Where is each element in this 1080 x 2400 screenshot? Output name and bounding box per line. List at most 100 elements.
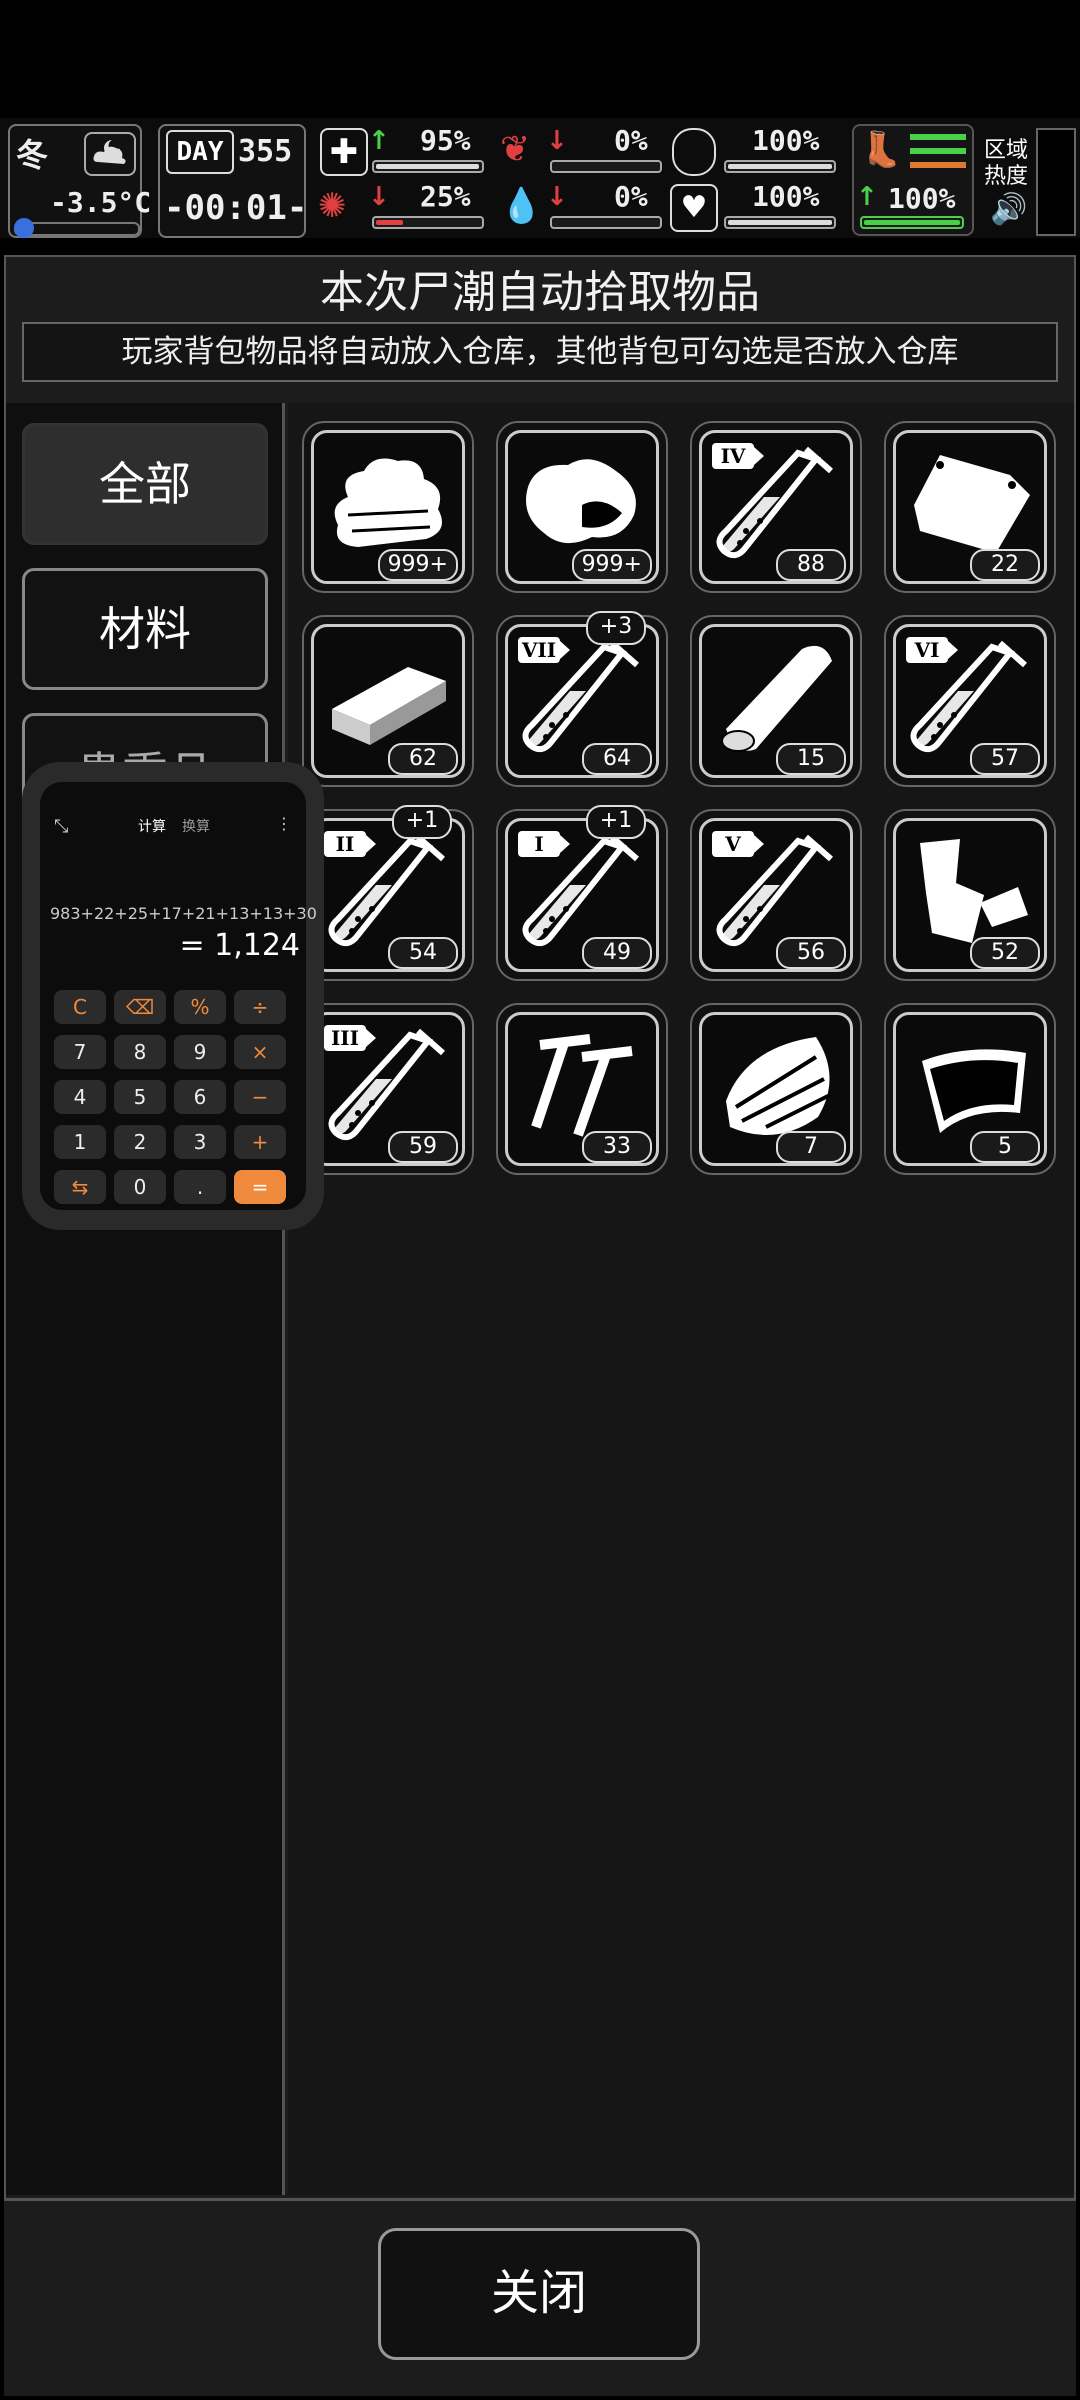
clock-readout: -00:01- — [164, 188, 308, 228]
tab-convert[interactable]: 换算 — [182, 816, 210, 836]
category-all-tab[interactable]: 全部 — [22, 423, 268, 545]
item-slot[interactable]: 15 — [690, 615, 862, 787]
calc-key[interactable]: 1 — [54, 1125, 106, 1159]
armor-bar — [724, 160, 836, 173]
svg-text:V: V — [724, 832, 741, 856]
stomach-icon: ❦ — [500, 129, 531, 170]
expand-icon[interactable]: ⤡ — [54, 816, 68, 837]
category-sidebar: 全部 材料 贵重品 — [6, 403, 285, 2195]
test-tube-vii-icon: VII — [518, 637, 639, 753]
item-slot[interactable]: IV 88 — [690, 421, 862, 593]
bark-icon — [726, 1037, 831, 1135]
calc-key[interactable]: 5 — [114, 1080, 166, 1114]
calculator-result: = 1,124 — [179, 928, 300, 963]
item-count-badge: 57 — [970, 743, 1040, 775]
temperature-readout: -3.5°C — [50, 186, 152, 219]
item-slot[interactable]: 52 — [884, 809, 1056, 981]
speaker-icon[interactable]: 🔊 — [990, 192, 1027, 227]
calc-key[interactable]: 9 — [174, 1035, 226, 1069]
season-label: 冬 — [16, 136, 49, 174]
armor-value: 100% — [752, 124, 820, 157]
item-count-badge: 88 — [776, 549, 846, 581]
stamina-up-arrow-icon: ↑ — [856, 182, 878, 212]
item-slot[interactable]: 33 — [496, 1003, 668, 1175]
scrap-icon — [920, 839, 1028, 943]
day-clock-panel: DAY 355 -00:01- — [158, 124, 308, 238]
item-count-badge: 56 — [776, 937, 846, 969]
status-hud: 冬 -3.5°C DAY 355 -00:01- ✚ ↑ 95% ❦ ↓ 0% … — [0, 118, 1080, 238]
svg-text:IV: IV — [721, 444, 746, 468]
calc-key[interactable]: ÷ — [234, 990, 286, 1024]
item-count-badge: 64 — [582, 743, 652, 775]
item-slot[interactable]: 7 — [690, 1003, 862, 1175]
stamina-line-1 — [910, 134, 966, 140]
stamina-line-3 — [910, 162, 966, 168]
stamina-line-2 — [910, 148, 966, 154]
brain-bar-fill — [376, 220, 403, 225]
item-slot[interactable]: VII 64 +3 — [496, 611, 668, 787]
calc-key[interactable]: % — [174, 990, 226, 1024]
item-slot[interactable]: 62 — [302, 615, 474, 787]
item-slot[interactable]: 999+ — [496, 421, 668, 593]
calc-key[interactable]: 2 — [114, 1125, 166, 1159]
mood-bar — [724, 216, 836, 229]
item-slot[interactable]: 5 — [884, 1003, 1056, 1175]
close-button[interactable]: 关闭 — [378, 2228, 700, 2360]
calc-key[interactable]: 8 — [114, 1035, 166, 1069]
temperature-gauge — [14, 218, 140, 238]
calc-key[interactable]: + — [234, 1125, 286, 1159]
item-count-badge: 22 — [970, 549, 1040, 581]
calc-key[interactable]: C — [54, 990, 106, 1024]
meat-icon — [526, 459, 636, 544]
medkit-icon: ✚ — [320, 128, 368, 176]
item-count-badge: 62 — [388, 743, 458, 775]
health-bar-fill — [376, 164, 479, 169]
tab-calculate[interactable]: 计算 — [138, 816, 166, 836]
calc-key[interactable]: 7 — [54, 1035, 106, 1069]
dialog-subtitle: 玩家背包物品将自动放入仓库，其他背包可勾选是否放入仓库 — [22, 322, 1058, 382]
day-number: 355 — [238, 134, 293, 169]
calc-key[interactable]: 0 — [114, 1170, 166, 1204]
category-materials-tab[interactable]: 材料 — [22, 568, 268, 690]
nails-icon — [531, 1034, 633, 1137]
thirst-down-arrow-icon: ↓ — [546, 182, 568, 212]
mood-value: 100% — [752, 180, 820, 213]
dialog-title: 本次尸潮自动拾取物品 — [320, 267, 760, 318]
item-count-badge: 59 — [388, 1131, 458, 1163]
item-bonus-badge: +1 — [392, 805, 452, 839]
test-tube-vi-icon: VI — [906, 637, 1027, 753]
calc-key[interactable]: ⌫ — [114, 990, 166, 1024]
calc-key[interactable]: − — [234, 1080, 286, 1114]
item-count-badge: 33 — [582, 1131, 652, 1163]
test-tube-iii-icon: III — [324, 1025, 445, 1141]
item-slot[interactable]: III 59 — [302, 1003, 474, 1175]
test-tube-i-icon: I — [518, 831, 639, 947]
calc-key[interactable]: × — [234, 1035, 286, 1069]
item-count-badge: 5 — [970, 1131, 1040, 1163]
area-heat-meter — [1036, 128, 1076, 236]
item-slot[interactable]: I 49 +1 — [496, 805, 668, 981]
hunger-down-arrow-icon: ↓ — [546, 126, 568, 156]
calc-key[interactable]: 3 — [174, 1125, 226, 1159]
bag-icon — [914, 455, 1030, 553]
test-tube-iv-icon: IV — [712, 443, 833, 559]
item-count-badge: 52 — [970, 937, 1040, 969]
more-options-icon[interactable]: ⋮ — [276, 814, 292, 833]
item-slot[interactable]: II 54 +1 — [302, 805, 474, 981]
item-slot[interactable]: 999+ — [302, 421, 474, 593]
brain-icon: ✺ — [318, 186, 347, 226]
item-slot[interactable]: 22 — [884, 421, 1056, 593]
temperature-knob — [14, 218, 34, 238]
calc-key[interactable]: 6 — [174, 1080, 226, 1114]
fabric-sheet-icon — [922, 1049, 1026, 1133]
calc-key[interactable]: ⇆ — [54, 1170, 106, 1204]
calculator-screen: ⤡ 计算 换算 ⋮ 983+22+25+17+21+13+13+30 = 1,1… — [40, 782, 317, 1210]
item-slot[interactable]: V 56 — [690, 809, 862, 981]
calc-key[interactable]: . — [174, 1170, 226, 1204]
stamina-bar-fill — [864, 220, 960, 225]
calc-key[interactable]: = — [234, 1170, 286, 1204]
item-slot[interactable]: VI 57 — [884, 615, 1056, 787]
calc-key[interactable]: 4 — [54, 1080, 106, 1114]
thirst-value: 0% — [614, 180, 648, 213]
svg-text:III: III — [331, 1026, 359, 1050]
